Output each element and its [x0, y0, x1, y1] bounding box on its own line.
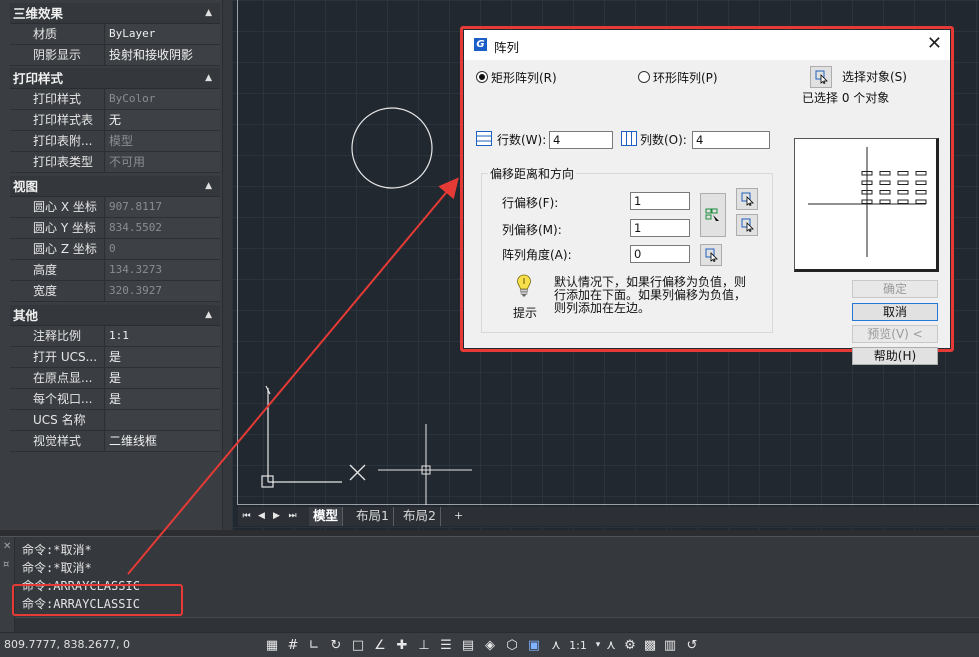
row-offset-input[interactable]: 1	[630, 192, 690, 210]
cancel-button[interactable]: 取消	[852, 303, 938, 321]
rows-label: 行数(W):	[497, 133, 547, 147]
preview-array-item	[897, 190, 909, 195]
columns-input[interactable]: 4	[692, 131, 770, 149]
preview-array-item	[879, 180, 891, 185]
dialog-titlebar[interactable]: G 阵列 ✕	[464, 30, 950, 60]
rect-array-label[interactable]: 矩形阵列(R)	[491, 69, 557, 86]
row-offset-label: 行偏移(F):	[502, 196, 559, 210]
cursor-select-icon	[741, 218, 754, 232]
rect-array-radio[interactable]	[476, 71, 488, 83]
preview-array-item	[915, 190, 927, 195]
dialog-title: 阵列	[494, 40, 520, 55]
cursor-select-icon	[815, 70, 828, 84]
col-offset-input[interactable]: 1	[630, 219, 690, 237]
preview-array-item	[897, 171, 909, 176]
preview-array-item	[897, 180, 909, 185]
columns-label: 列数(O):	[640, 133, 687, 147]
offset-group-title: 偏移距离和方向	[488, 165, 577, 182]
lightbulb-icon	[517, 274, 531, 297]
pick-angle-button[interactable]	[700, 244, 722, 266]
selected-count: 已选择 0 个对象	[802, 91, 890, 105]
pick-both-offsets-icon	[705, 208, 719, 221]
preview-array-item	[915, 180, 927, 185]
annotation-highlight-command	[12, 584, 183, 616]
col-offset-label: 列偏移(M):	[502, 223, 562, 237]
dialog-body: 矩形阵列(R) 环形阵列(P) 选择对象(S) 已选择 0 个对象 行数(W):…	[464, 60, 950, 365]
pick-col-offset-button[interactable]	[736, 214, 758, 236]
app-logo-icon: G	[474, 38, 487, 51]
rows-icon	[476, 131, 492, 146]
preview-array-item	[915, 199, 927, 204]
pick-both-offsets-button[interactable]	[700, 193, 726, 237]
close-icon[interactable]: ✕	[927, 33, 942, 54]
preview-graphic	[808, 147, 927, 257]
preview-array-item	[879, 190, 891, 195]
preview-array-item	[879, 199, 891, 204]
ok-button[interactable]: 确定	[852, 280, 938, 298]
tip-text-line: 则列添加在左边。	[554, 301, 651, 315]
select-objects-label: 选择对象(S)	[842, 70, 907, 84]
columns-icon	[621, 131, 637, 146]
preview-button[interactable]: 预览(V) <	[852, 325, 938, 343]
pick-row-offset-button[interactable]	[736, 188, 758, 210]
select-objects-button[interactable]	[810, 66, 832, 88]
preview-array-item	[879, 171, 891, 176]
polar-array-label[interactable]: 环形阵列(P)	[653, 69, 718, 86]
preview-array-item	[897, 199, 909, 204]
array-preview	[794, 138, 939, 272]
tip-label: 提示	[513, 306, 538, 320]
rows-input[interactable]: 4	[549, 131, 613, 149]
cursor-select-icon	[741, 192, 754, 206]
cursor-select-icon	[705, 248, 718, 262]
array-dialog: G 阵列 ✕ 矩形阵列(R) 环形阵列(P) 选择对象(S) 已选择 0 个对象…	[464, 30, 950, 365]
help-button[interactable]: 帮助(H)	[852, 347, 938, 365]
array-angle-input[interactable]: 0	[630, 245, 690, 263]
polar-array-radio[interactable]	[638, 71, 650, 83]
array-angle-label: 阵列角度(A):	[502, 248, 572, 262]
preview-array-item	[915, 171, 927, 176]
